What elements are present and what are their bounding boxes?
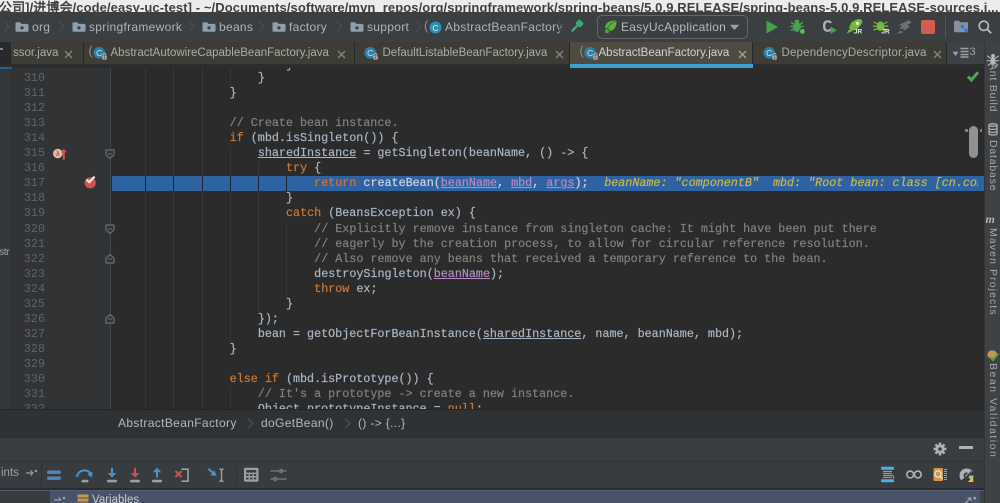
svg-text:C: C [587,48,593,58]
svg-text:C: C [367,48,373,58]
svg-text:JR: JR [881,29,890,36]
svg-text:C: C [766,48,772,58]
svg-text:C: C [432,23,438,33]
svg-text:C: C [96,48,102,58]
svg-text:λ: λ [55,149,59,158]
svg-text:JR: JR [854,29,863,36]
